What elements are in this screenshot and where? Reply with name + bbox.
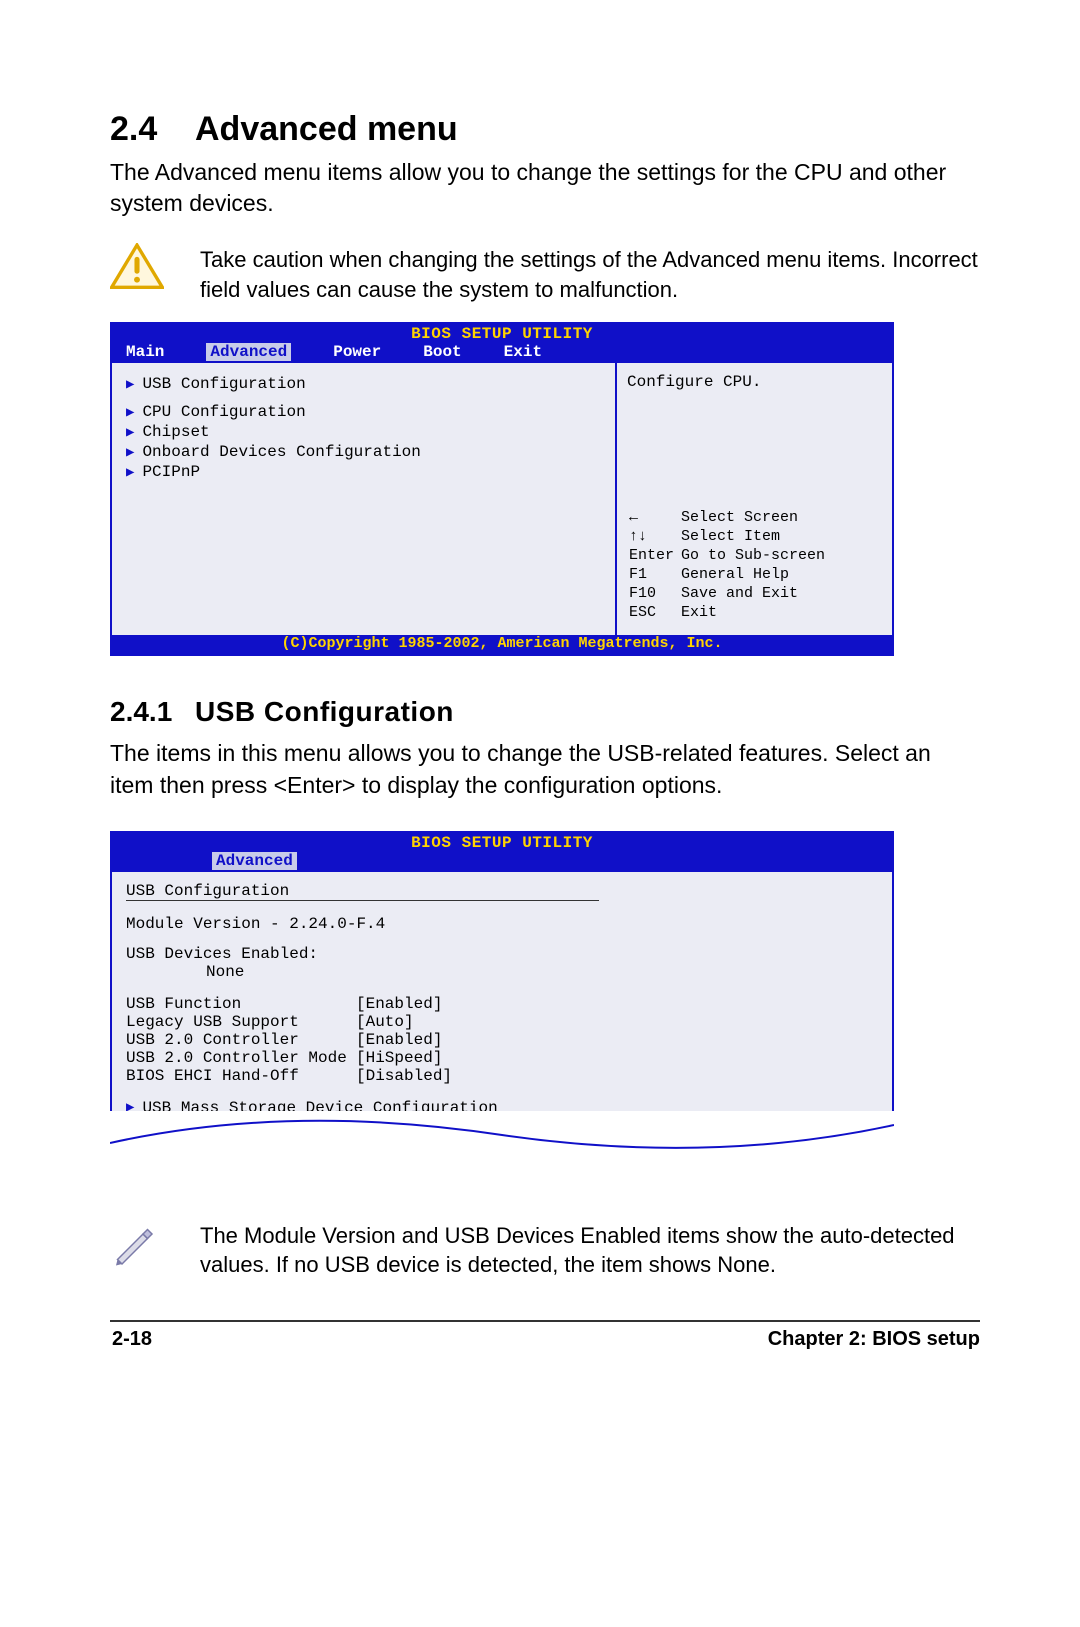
- subsection-title: USB Configuration: [195, 696, 454, 728]
- triangle-right-icon: ▶: [126, 424, 134, 441]
- bios-item: USB Configuration: [142, 375, 305, 393]
- caution-icon: [110, 278, 164, 295]
- bios-help-text: Configure CPU.: [627, 373, 882, 391]
- section-title: Advanced menu: [195, 110, 458, 149]
- caution-callout: Take caution when changing the settings …: [110, 243, 980, 304]
- key-label: ESC: [629, 604, 673, 621]
- bios-setting-label: USB 2.0 Controller: [126, 1031, 356, 1049]
- page-cut-curve: [110, 1111, 894, 1171]
- bios-title: BIOS SETUP UTILITY: [112, 833, 892, 852]
- key-label: F1: [629, 566, 673, 583]
- bios-tab-exit: Exit: [504, 343, 542, 361]
- bios-setting-label: USB 2.0 Controller Mode: [126, 1049, 356, 1067]
- bios-tab-boot: Boot: [423, 343, 461, 361]
- bios-setting-value: [Auto]: [356, 1013, 414, 1031]
- section-heading: 2.4 Advanced menu: [110, 110, 980, 149]
- triangle-right-icon: ▶: [126, 376, 134, 393]
- note-callout: The Module Version and USB Devices Enabl…: [110, 1219, 980, 1280]
- note-icon: [110, 1254, 158, 1271]
- bios-left-pane: ▶ USB Configuration ▶ CPU Configuration ▶ C…: [112, 363, 617, 635]
- page-footer: 2-18 Chapter 2: BIOS setup: [110, 1328, 980, 1351]
- triangle-right-icon: ▶: [126, 444, 134, 461]
- bios-title: BIOS SETUP UTILITY: [112, 324, 892, 343]
- bios-item: Onboard Devices Configuration: [142, 443, 420, 461]
- chapter-label: Chapter 2: BIOS setup: [768, 1328, 980, 1351]
- bios-setting-label: Legacy USB Support: [126, 1013, 356, 1031]
- footer-rule: [110, 1320, 980, 1322]
- triangle-right-icon: ▶: [126, 404, 134, 421]
- key-label: F10: [629, 585, 673, 602]
- bios-key-legend: ← Select Screen ↑↓ Select Item Enter Go to …: [627, 507, 882, 623]
- intro-paragraph: The Advanced menu items allow you to cha…: [110, 157, 980, 219]
- page-number: 2-18: [112, 1328, 152, 1351]
- page: 2.4 Advanced menu The Advanced menu item…: [0, 0, 1080, 1411]
- bios-setting-value: [Disabled]: [356, 1067, 452, 1085]
- bios-setting-value: [HiSpeed]: [356, 1049, 442, 1067]
- bios-panel-heading: USB Configuration: [126, 882, 599, 901]
- key-desc: Save and Exit: [681, 585, 831, 602]
- bios-setting-label: BIOS EHCI Hand-Off: [126, 1067, 356, 1085]
- bios-screenshot-advanced: BIOS SETUP UTILITY Main Advanced Power B…: [110, 322, 894, 656]
- bios-tab-advanced: Advanced: [206, 343, 291, 361]
- bios-devices-label: USB Devices Enabled:: [126, 945, 878, 963]
- bios-setting-value: [Enabled]: [356, 1031, 442, 1049]
- section-number: 2.4: [110, 110, 195, 149]
- subsection-paragraph: The items in this menu allows you to cha…: [110, 738, 980, 800]
- bios-screenshot-usb: BIOS SETUP UTILITY Advanced USB Configur…: [110, 831, 894, 1171]
- bios-setting-value: [Enabled]: [356, 995, 442, 1013]
- bios-tab-advanced: Advanced: [212, 852, 297, 870]
- bios-devices-value: None: [126, 963, 878, 981]
- subsection-number: 2.4.1: [110, 696, 195, 728]
- arrow-updown-icon: ↑↓: [629, 528, 673, 545]
- bios-copyright: (C)Copyright 1985-2002, American Megatre…: [112, 635, 892, 654]
- bios-setting-label: USB Function: [126, 995, 356, 1013]
- key-desc: General Help: [681, 566, 831, 583]
- bios-right-pane: Configure CPU. ← Select Screen ↑↓ Select I…: [617, 363, 892, 635]
- key-desc: Exit: [681, 604, 831, 621]
- key-desc: Select Screen: [681, 509, 831, 526]
- bios-tab-bar: Main Advanced Power Boot Exit: [112, 343, 892, 363]
- bios-item: Chipset: [142, 423, 209, 441]
- key-label: Enter: [629, 547, 673, 564]
- bios-tab-main: Main: [126, 343, 164, 361]
- subsection-heading: 2.4.1 USB Configuration: [110, 696, 980, 728]
- key-desc: Select Item: [681, 528, 831, 545]
- bios-item: CPU Configuration: [142, 403, 305, 421]
- bios-tab-bar: Advanced: [112, 852, 892, 872]
- bios-item: PCIPnP: [142, 463, 200, 481]
- triangle-right-icon: ▶: [126, 464, 134, 481]
- caution-text: Take caution when changing the settings …: [200, 243, 980, 304]
- note-text: The Module Version and USB Devices Enabl…: [200, 1219, 980, 1280]
- bios-module-version: Module Version - 2.24.0-F.4: [126, 915, 878, 933]
- bios-tab-power: Power: [333, 343, 381, 361]
- key-desc: Go to Sub-screen: [681, 547, 831, 564]
- arrow-left-icon: ←: [629, 509, 673, 526]
